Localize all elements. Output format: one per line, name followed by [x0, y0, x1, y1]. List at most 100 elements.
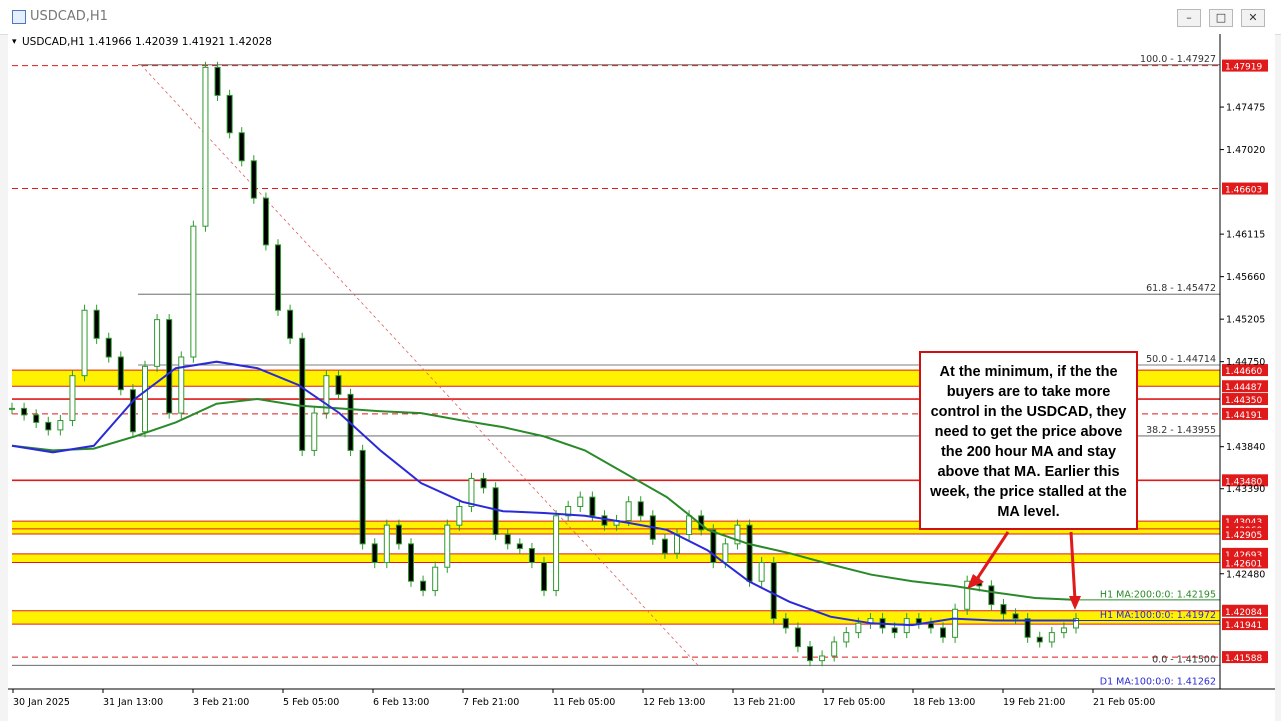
price-candle: [69, 375, 76, 422]
price-candle: [166, 319, 173, 414]
x-tick-label: 7 Feb 21:00: [463, 697, 519, 708]
price-candle: [674, 534, 680, 554]
callout-arrow: [1069, 531, 1077, 601]
price-candle: [528, 548, 535, 564]
x-tick-label: 6 Feb 13:00: [373, 697, 429, 708]
price-candle: [299, 337, 306, 451]
price-candle: [625, 501, 632, 521]
chart-menu-icon[interactable]: ▾: [12, 37, 17, 47]
x-tick-label: 13 Feb 21:00: [733, 697, 795, 708]
price-candle: [722, 543, 729, 564]
chart-window-icon: [12, 10, 26, 24]
price-candle: [202, 66, 209, 227]
price-candle: [190, 225, 197, 358]
price-candle: [516, 543, 523, 550]
price-candle: [541, 562, 547, 592]
x-tick-label: 17 Feb 05:00: [823, 697, 885, 708]
price-candle: [226, 94, 233, 134]
price-candle: [492, 487, 499, 536]
x-tick-label: 31 Jan 13:00: [103, 697, 163, 708]
price-candle: [637, 501, 644, 517]
price-candle: [395, 524, 402, 545]
price-candle: [831, 641, 838, 657]
price-candle: [275, 244, 281, 311]
price-candle: [444, 524, 451, 568]
price-candle: [214, 66, 221, 96]
price-candle: [468, 477, 475, 507]
price-candle: [661, 538, 668, 554]
price-candle: [710, 529, 717, 564]
price-candle: [1036, 636, 1043, 643]
y-tick-label: 1.42480: [1226, 569, 1265, 580]
price-candle: [782, 618, 789, 629]
callout-arrowhead: [1069, 596, 1081, 610]
fib-level-label: 38.2 - 1.43955: [1146, 425, 1216, 436]
price-level-label: 1.44660: [1225, 367, 1262, 377]
price-candle: [154, 319, 161, 367]
y-tick-label: 1.43390: [1226, 484, 1265, 495]
price-candle: [553, 515, 560, 592]
price-candle: [335, 375, 342, 395]
title-bar: USDCAD,H1 – □ ✕: [0, 0, 1281, 35]
price-candle: [9, 407, 15, 410]
price-candle: [178, 356, 185, 414]
x-tick-label: 30 Jan 2025: [13, 697, 70, 708]
price-candle: [81, 309, 88, 377]
price-candle: [746, 524, 753, 582]
price-level-label: 1.41941: [1225, 621, 1262, 631]
price-candle: [408, 543, 414, 582]
x-tick-label: 18 Feb 13:00: [913, 697, 975, 708]
price-candle: [758, 562, 765, 582]
price-candle: [262, 197, 269, 246]
y-tick-label: 1.45660: [1226, 272, 1265, 283]
price-candle: [589, 496, 596, 517]
close-button[interactable]: ✕: [1241, 9, 1265, 27]
maximize-button[interactable]: □: [1209, 9, 1233, 27]
price-candle: [311, 412, 318, 451]
price-candle: [915, 618, 922, 624]
support-resistance-band: [12, 610, 1220, 625]
price-candle: [142, 365, 148, 433]
price-level-label: 1.44191: [1225, 411, 1262, 421]
price-candle: [577, 496, 584, 507]
price-candle: [686, 515, 693, 536]
price-level-label: 1.41588: [1225, 654, 1262, 664]
fib-level-label: 0.0 - 1.41500: [1152, 654, 1216, 665]
x-tick-label: 12 Feb 13:00: [643, 697, 705, 708]
price-candle: [504, 534, 511, 545]
price-candle: [383, 524, 390, 564]
y-tick-label: 1.46115: [1226, 230, 1265, 241]
price-level-label: 1.47919: [1225, 63, 1262, 73]
price-candle: [21, 407, 28, 416]
price-level-label: 1.42084: [1225, 608, 1262, 618]
x-tick-label: 21 Feb 05:00: [1093, 697, 1155, 708]
price-candle: [250, 160, 257, 199]
price-level-label: 1.42905: [1225, 531, 1262, 541]
price-candle: [1060, 627, 1067, 634]
price-candle: [93, 309, 100, 339]
price-candle: [480, 477, 487, 489]
price-candle: [807, 646, 813, 662]
price-level-label: 1.46603: [1225, 186, 1262, 196]
y-tick-label: 1.43840: [1226, 442, 1265, 453]
price-candle: [420, 580, 427, 592]
price-candle: [940, 627, 946, 638]
ma-label: H1 MA:100:0:0: 1.41972: [1100, 610, 1216, 621]
price-level-label: 1.44350: [1225, 396, 1262, 406]
annotation-callout: At the minimum, if the the buyers are to…: [919, 351, 1138, 530]
price-candle: [1012, 613, 1019, 620]
fib-level-label: 61.8 - 1.45472: [1146, 283, 1216, 294]
x-tick-label: 11 Feb 05:00: [553, 697, 615, 708]
x-tick-label: 19 Feb 21:00: [1003, 697, 1065, 708]
y-tick-label: 1.47020: [1226, 145, 1265, 156]
price-candle: [1000, 604, 1007, 615]
price-candle: [927, 622, 934, 629]
price-candle: [371, 543, 378, 564]
price-candle: [359, 449, 366, 545]
price-candle: [45, 421, 52, 431]
minimize-button[interactable]: –: [1177, 9, 1201, 27]
price-candle: [105, 337, 112, 358]
price-level-label: 1.44487: [1225, 383, 1262, 393]
fib-level-label: 50.0 - 1.44714: [1146, 354, 1216, 365]
chart-window: USDCAD,H1 – □ ✕ 100.0 - 1.47927 61.8 - 1.…: [0, 0, 1281, 721]
